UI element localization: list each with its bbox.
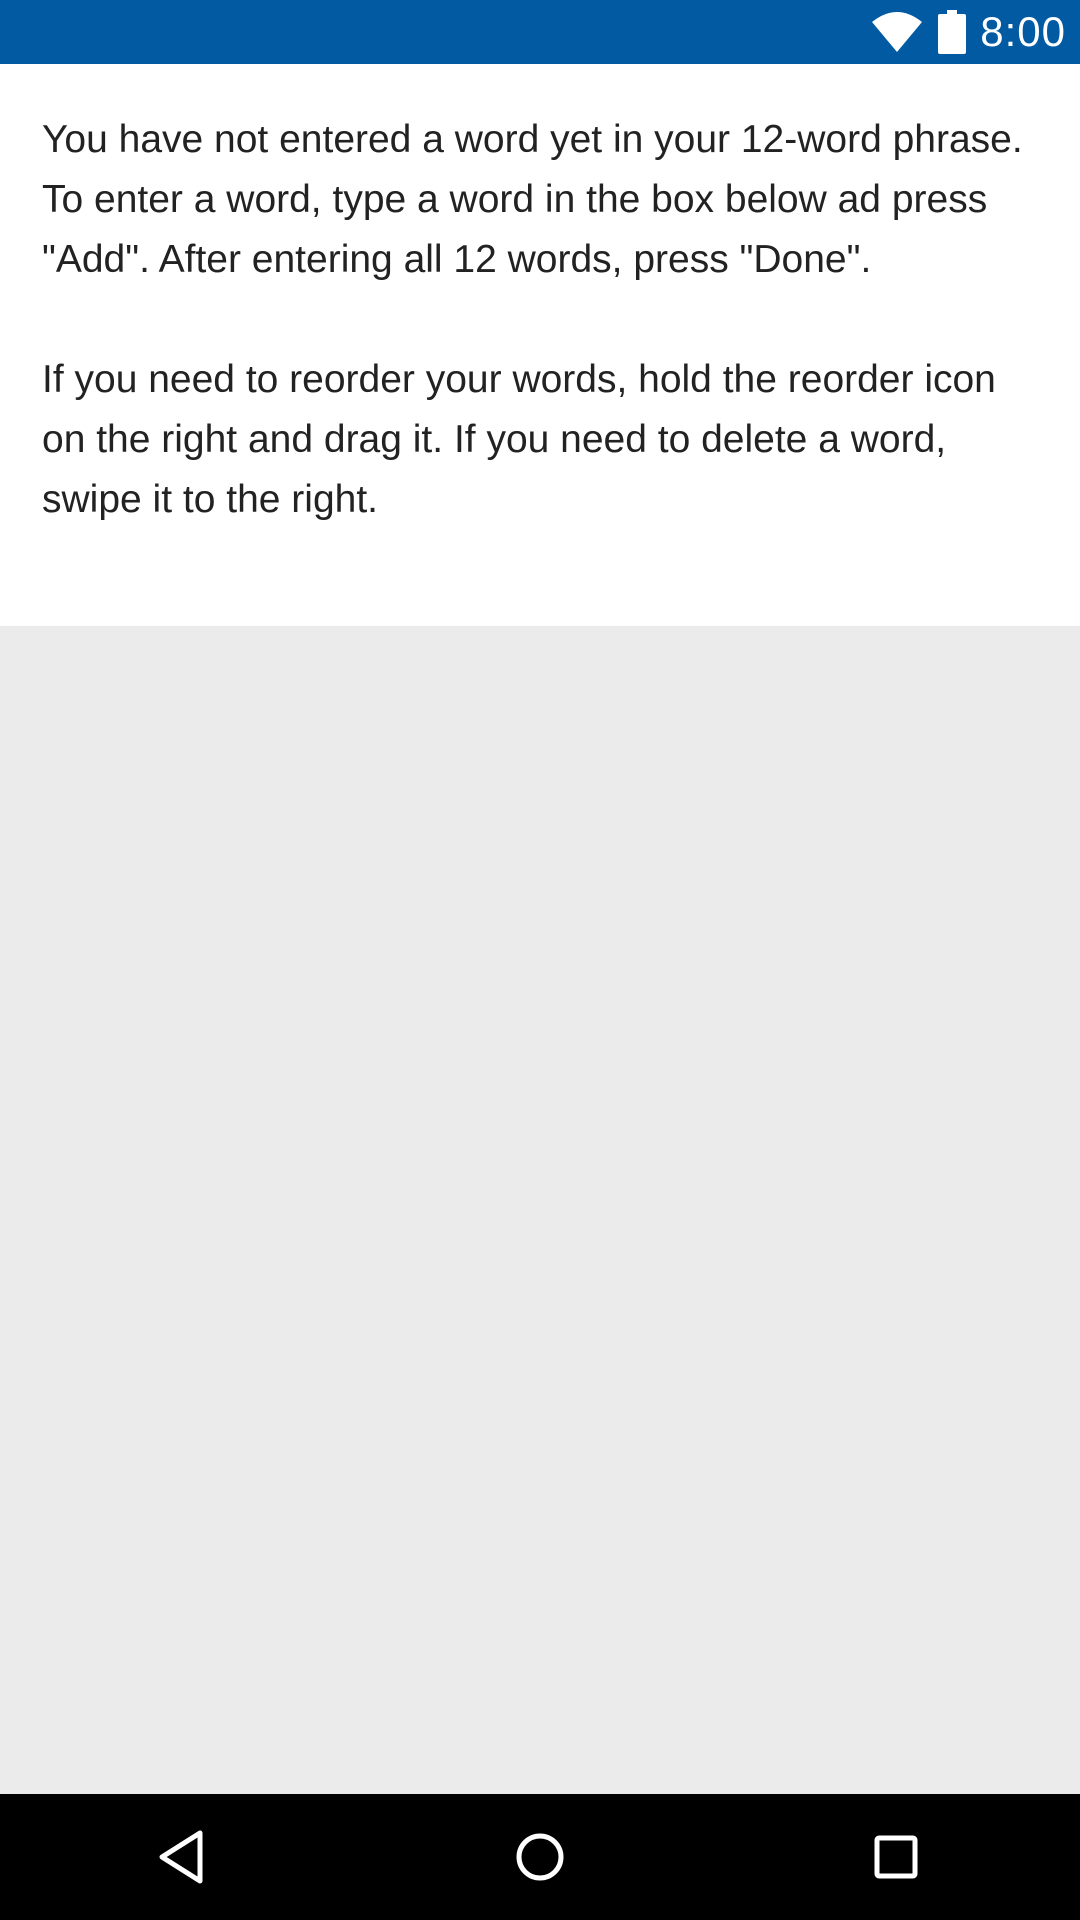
recents-button[interactable]	[856, 1817, 936, 1897]
recents-icon	[874, 1835, 918, 1879]
status-time: 8:00	[980, 8, 1066, 55]
word-list[interactable]	[0, 626, 1080, 1794]
back-button[interactable]	[144, 1817, 224, 1897]
home-button[interactable]	[500, 1817, 580, 1897]
screen: 8:00 You have not entered a word yet in …	[0, 0, 1080, 1920]
instructions-paragraph: You have not entered a word yet in your …	[42, 118, 1023, 281]
navigation-bar	[0, 1794, 1080, 1920]
battery-icon	[938, 10, 967, 54]
home-icon	[516, 1833, 564, 1881]
status-bar: 8:00	[0, 0, 1080, 64]
back-icon	[159, 1830, 203, 1884]
instructions-panel: You have not entered a word yet in your …	[0, 64, 1080, 626]
instructions-paragraph: If you need to reorder your words, hold …	[42, 358, 996, 521]
wifi-icon	[872, 12, 923, 52]
